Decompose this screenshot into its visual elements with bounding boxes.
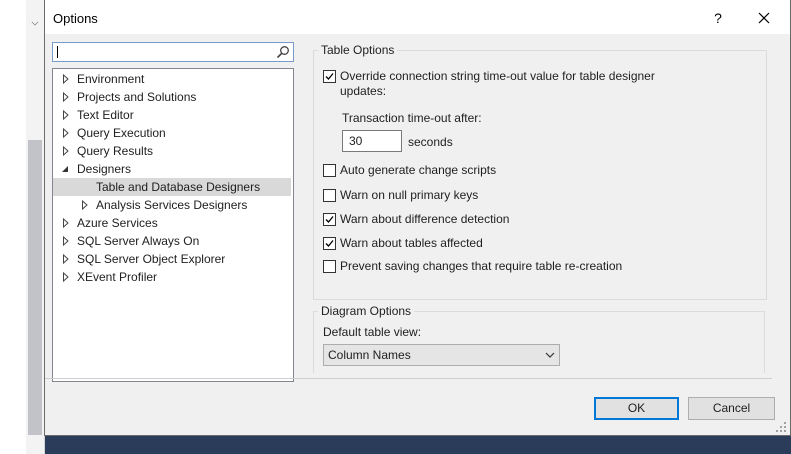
options-dialog: Options ? Environment Projects and Soluti… — [44, 0, 791, 436]
transaction-timeout-label: Transaction time-out after: — [342, 111, 482, 125]
tree-item[interactable]: Query Execution — [53, 124, 291, 142]
tree-item-label: Query Results — [77, 144, 154, 158]
tree-item[interactable]: SQL Server Object Explorer — [53, 250, 291, 268]
expand-arrow-icon[interactable] — [61, 250, 71, 268]
background-scrollbar-thumb — [28, 140, 42, 435]
options-tree: Environment Projects and Solutions Text Ed… — [52, 68, 294, 382]
tree-item-label: SQL Server Always On — [77, 234, 200, 248]
checkmark-icon — [325, 73, 334, 80]
override-timeout-checkbox[interactable] — [323, 70, 336, 83]
resize-grip-icon[interactable] — [776, 422, 786, 432]
default-table-view-label: Default table view: — [323, 325, 422, 339]
tree-item[interactable]: XEvent Profiler — [53, 268, 291, 286]
expand-arrow-icon[interactable] — [61, 88, 71, 106]
default-table-view-select[interactable]: Column Names — [323, 344, 560, 366]
option-checkbox[interactable] — [323, 260, 336, 273]
expand-arrow-icon[interactable] — [61, 124, 71, 142]
default-table-view-value: Column Names — [328, 348, 411, 362]
window-title: Options — [53, 11, 98, 26]
expand-arrow-icon[interactable] — [61, 70, 71, 88]
tree-item[interactable]: Table and Database Designers — [53, 178, 291, 196]
expand-arrow-icon[interactable] — [61, 232, 71, 250]
button-separator — [45, 378, 772, 379]
ok-button[interactable]: OK — [594, 397, 679, 420]
override-timeout-line1: Override connection string time-out valu… — [340, 69, 655, 83]
chevron-down-icon — [545, 352, 555, 358]
option-checkbox[interactable] — [323, 237, 336, 250]
diagram-options-label: Diagram Options — [318, 304, 415, 318]
search-icon — [276, 46, 289, 59]
expand-arrow-icon[interactable] — [80, 196, 90, 214]
text-caret — [57, 46, 58, 58]
search-input[interactable] — [52, 42, 294, 62]
checkmark-icon — [325, 216, 334, 223]
tree-item-label: Azure Services — [77, 216, 158, 230]
background-scrollbar — [26, 0, 45, 454]
close-button[interactable] — [754, 8, 774, 28]
override-timeout-label: Override connection string time-out valu… — [340, 69, 655, 99]
expand-arrow-icon[interactable] — [61, 214, 71, 232]
tree-item-label: Query Execution — [77, 126, 166, 140]
override-timeout-line2: updates: — [340, 84, 387, 98]
tree-item-label: Analysis Services Designers — [96, 198, 248, 212]
help-button[interactable]: ? — [708, 8, 728, 28]
option-checkbox-label: Warn on null primary keys — [340, 188, 479, 202]
tree-item[interactable]: Projects and Solutions — [53, 88, 291, 106]
tree-item[interactable]: SQL Server Always On — [53, 232, 291, 250]
tree-item-label: XEvent Profiler — [77, 270, 158, 284]
option-checkbox[interactable] — [323, 164, 336, 177]
tree-item[interactable]: Text Editor — [53, 106, 291, 124]
option-checkbox-label: Prevent saving changes that require tabl… — [340, 259, 623, 273]
tree-item-label: Environment — [77, 72, 145, 86]
option-checkbox-label: Auto generate change scripts — [340, 163, 497, 177]
tree-item[interactable]: Designers — [53, 160, 291, 178]
tree-item[interactable]: Analysis Services Designers — [53, 196, 291, 214]
option-checkbox[interactable] — [323, 213, 336, 226]
expand-arrow-icon[interactable] — [61, 106, 71, 124]
expand-arrow-icon[interactable] — [61, 142, 71, 160]
tree-item-label: Table and Database Designers — [96, 180, 261, 194]
checkmark-icon — [325, 240, 334, 247]
tree-item[interactable]: Environment — [53, 70, 291, 88]
option-checkbox-label: Warn about difference detection — [340, 212, 510, 226]
tree-item-label: Text Editor — [77, 108, 134, 122]
title-bar: Options ? — [45, 0, 790, 34]
option-checkbox[interactable] — [323, 189, 336, 202]
option-checkbox-label: Warn about tables affected — [340, 236, 483, 250]
close-icon — [758, 12, 770, 24]
expand-arrow-icon[interactable] — [61, 268, 71, 286]
transaction-timeout-input[interactable]: 30 — [342, 130, 402, 152]
cancel-button[interactable]: Cancel — [688, 397, 775, 420]
table-options-label: Table Options — [318, 43, 398, 57]
tree-item-label: Designers — [77, 162, 132, 176]
tree-item-label: Projects and Solutions — [77, 90, 197, 104]
tree-item[interactable]: Azure Services — [53, 214, 291, 232]
expanded-arrow-icon[interactable] — [61, 160, 71, 178]
seconds-label: seconds — [408, 135, 453, 149]
tree-item[interactable]: Query Results — [53, 142, 291, 160]
tree-item-label: SQL Server Object Explorer — [77, 252, 226, 266]
chevron-icon — [31, 18, 39, 26]
